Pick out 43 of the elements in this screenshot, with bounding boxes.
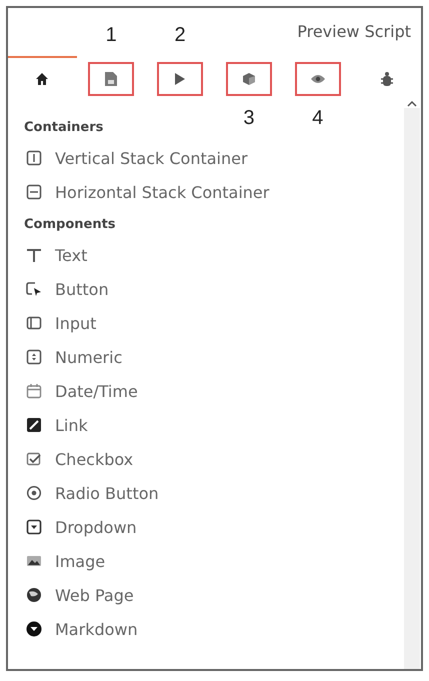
- component-item[interactable]: Vertical Stack Container: [55, 148, 248, 168]
- callout-number: 1: [106, 24, 117, 47]
- globe-icon: [26, 587, 42, 603]
- component-item[interactable]: Link: [55, 416, 88, 434]
- section-heading: Components: [24, 216, 116, 234]
- eye-icon: [310, 74, 326, 84]
- preview-script-label[interactable]: Preview Script: [297, 22, 411, 42]
- checkbox-icon: [26, 451, 42, 467]
- component-item[interactable]: Input: [55, 314, 96, 332]
- component-item[interactable]: Button: [55, 280, 109, 298]
- vertical-stack-icon: [26, 150, 42, 166]
- section-heading: Containers: [24, 119, 104, 137]
- component-item[interactable]: Date/Time: [55, 382, 138, 400]
- markdown-icon: [26, 621, 42, 637]
- component-item[interactable]: Checkbox: [55, 450, 134, 468]
- image-icon: [26, 553, 42, 569]
- component-item[interactable]: Dropdown: [55, 518, 137, 536]
- horizontal-stack-icon: [26, 184, 42, 200]
- callout-number: 4: [312, 107, 324, 130]
- input-icon: [26, 315, 42, 331]
- component-item[interactable]: Numeric: [55, 348, 122, 366]
- component-item[interactable]: Horizontal Stack Container: [55, 182, 270, 202]
- document-icon: [104, 71, 118, 87]
- spinner-icon: [26, 349, 42, 365]
- callout-number: 3: [243, 107, 254, 130]
- dropdown-icon: [26, 519, 42, 535]
- radio-icon: [26, 485, 42, 501]
- play-icon: [174, 72, 186, 86]
- home-icon: [35, 72, 50, 86]
- component-item[interactable]: Markdown: [55, 620, 138, 638]
- scroll-up-icon[interactable]: [407, 100, 417, 108]
- component-item[interactable]: Text: [55, 246, 88, 264]
- link-icon: [26, 417, 42, 433]
- cursor-icon: [26, 281, 42, 297]
- cube-icon: [242, 72, 256, 86]
- bug-icon: [380, 71, 394, 87]
- component-item[interactable]: Radio Button: [55, 484, 159, 502]
- callout-number: 2: [174, 24, 186, 47]
- calendar-icon: [26, 383, 42, 399]
- scrollbar-track[interactable]: [404, 108, 420, 669]
- component-item[interactable]: Web Page: [55, 586, 134, 604]
- component-item[interactable]: Image: [55, 552, 106, 570]
- text-icon: [26, 247, 42, 263]
